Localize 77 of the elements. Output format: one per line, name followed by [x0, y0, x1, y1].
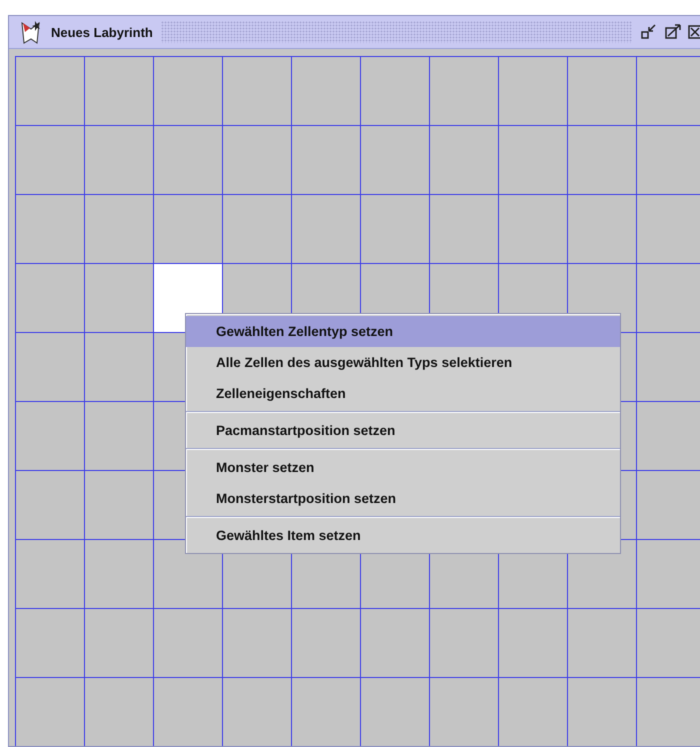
- maze-cell[interactable]: [568, 609, 636, 677]
- maze-cell[interactable]: [499, 678, 567, 746]
- maze-cell[interactable]: [292, 57, 360, 125]
- maze-cell[interactable]: [637, 609, 700, 677]
- app-icon: [19, 19, 43, 45]
- maze-cell[interactable]: [154, 195, 222, 263]
- maze-cell[interactable]: [430, 609, 498, 677]
- maze-cell[interactable]: [154, 609, 222, 677]
- maze-cell[interactable]: [499, 195, 567, 263]
- maze-cell[interactable]: [223, 609, 291, 677]
- maze-cell[interactable]: [499, 126, 567, 194]
- maze-cell[interactable]: [430, 126, 498, 194]
- maze-cell[interactable]: [499, 57, 567, 125]
- maze-cell[interactable]: [637, 126, 700, 194]
- maze-cell[interactable]: [292, 678, 360, 746]
- maze-cell[interactable]: [85, 471, 153, 539]
- maze-cell[interactable]: [223, 57, 291, 125]
- maze-cell[interactable]: [16, 471, 84, 539]
- menu-item[interactable]: Gewählten Zellentyp setzen: [186, 316, 620, 347]
- maze-cell[interactable]: [568, 126, 636, 194]
- maze-cell[interactable]: [16, 57, 84, 125]
- maze-cell[interactable]: [85, 333, 153, 401]
- maze-cell[interactable]: [16, 402, 84, 470]
- maze-cell[interactable]: [85, 678, 153, 746]
- maze-cell[interactable]: [154, 678, 222, 746]
- maze-cell[interactable]: [16, 678, 84, 746]
- maze-cell[interactable]: [154, 57, 222, 125]
- maze-cell[interactable]: [430, 57, 498, 125]
- maze-cell[interactable]: [292, 195, 360, 263]
- maze-cell[interactable]: [223, 195, 291, 263]
- menu-item[interactable]: Pacmanstartposition setzen: [186, 415, 620, 446]
- maze-cell[interactable]: [637, 540, 700, 608]
- maze-cell[interactable]: [637, 471, 700, 539]
- menu-item[interactable]: Monsterstartposition setzen: [186, 483, 620, 514]
- minimize-icon[interactable]: [640, 24, 658, 40]
- maze-cell[interactable]: [292, 126, 360, 194]
- menu-item[interactable]: Zelleneigenschaften: [186, 378, 620, 409]
- maze-cell[interactable]: [430, 678, 498, 746]
- menu-item[interactable]: Gewähltes Item setzen: [186, 520, 620, 551]
- maze-cell[interactable]: [85, 57, 153, 125]
- maze-cell[interactable]: [85, 540, 153, 608]
- maze-cell[interactable]: [430, 195, 498, 263]
- maze-cell[interactable]: [637, 195, 700, 263]
- maze-cell[interactable]: [16, 333, 84, 401]
- maze-cell[interactable]: [361, 57, 429, 125]
- maze-cell[interactable]: [361, 195, 429, 263]
- maze-cell[interactable]: [637, 678, 700, 746]
- maze-cell[interactable]: [223, 678, 291, 746]
- maze-cell[interactable]: [85, 264, 153, 332]
- maze-cell[interactable]: [361, 678, 429, 746]
- maze-cell[interactable]: [361, 609, 429, 677]
- maze-cell[interactable]: [499, 609, 567, 677]
- menu-item[interactable]: Alle Zellen des ausgewählten Typs selektieren: [186, 347, 620, 378]
- maze-cell[interactable]: [16, 609, 84, 677]
- maze-cell[interactable]: [16, 540, 84, 608]
- maze-cell[interactable]: [223, 126, 291, 194]
- window-title: Neues Labyrinth: [51, 24, 153, 40]
- maze-cell[interactable]: [637, 57, 700, 125]
- maximize-icon[interactable]: [664, 24, 682, 40]
- maze-cell[interactable]: [16, 264, 84, 332]
- maze-cell[interactable]: [637, 264, 700, 332]
- maze-cell[interactable]: [637, 333, 700, 401]
- close-icon[interactable]: [688, 24, 700, 40]
- maze-cell[interactable]: [16, 126, 84, 194]
- maze-cell[interactable]: [568, 195, 636, 263]
- maze-cell[interactable]: [361, 126, 429, 194]
- maze-cell[interactable]: [637, 402, 700, 470]
- menu-item[interactable]: Monster setzen: [186, 452, 620, 483]
- maze-cell[interactable]: [16, 195, 84, 263]
- maze-cell[interactable]: [568, 678, 636, 746]
- maze-cell[interactable]: [85, 195, 153, 263]
- maze-cell[interactable]: [292, 609, 360, 677]
- maze-cell[interactable]: [85, 402, 153, 470]
- maze-cell[interactable]: [85, 609, 153, 677]
- maze-cell[interactable]: [154, 126, 222, 194]
- maze-cell[interactable]: [85, 126, 153, 194]
- maze-cell[interactable]: [568, 57, 636, 125]
